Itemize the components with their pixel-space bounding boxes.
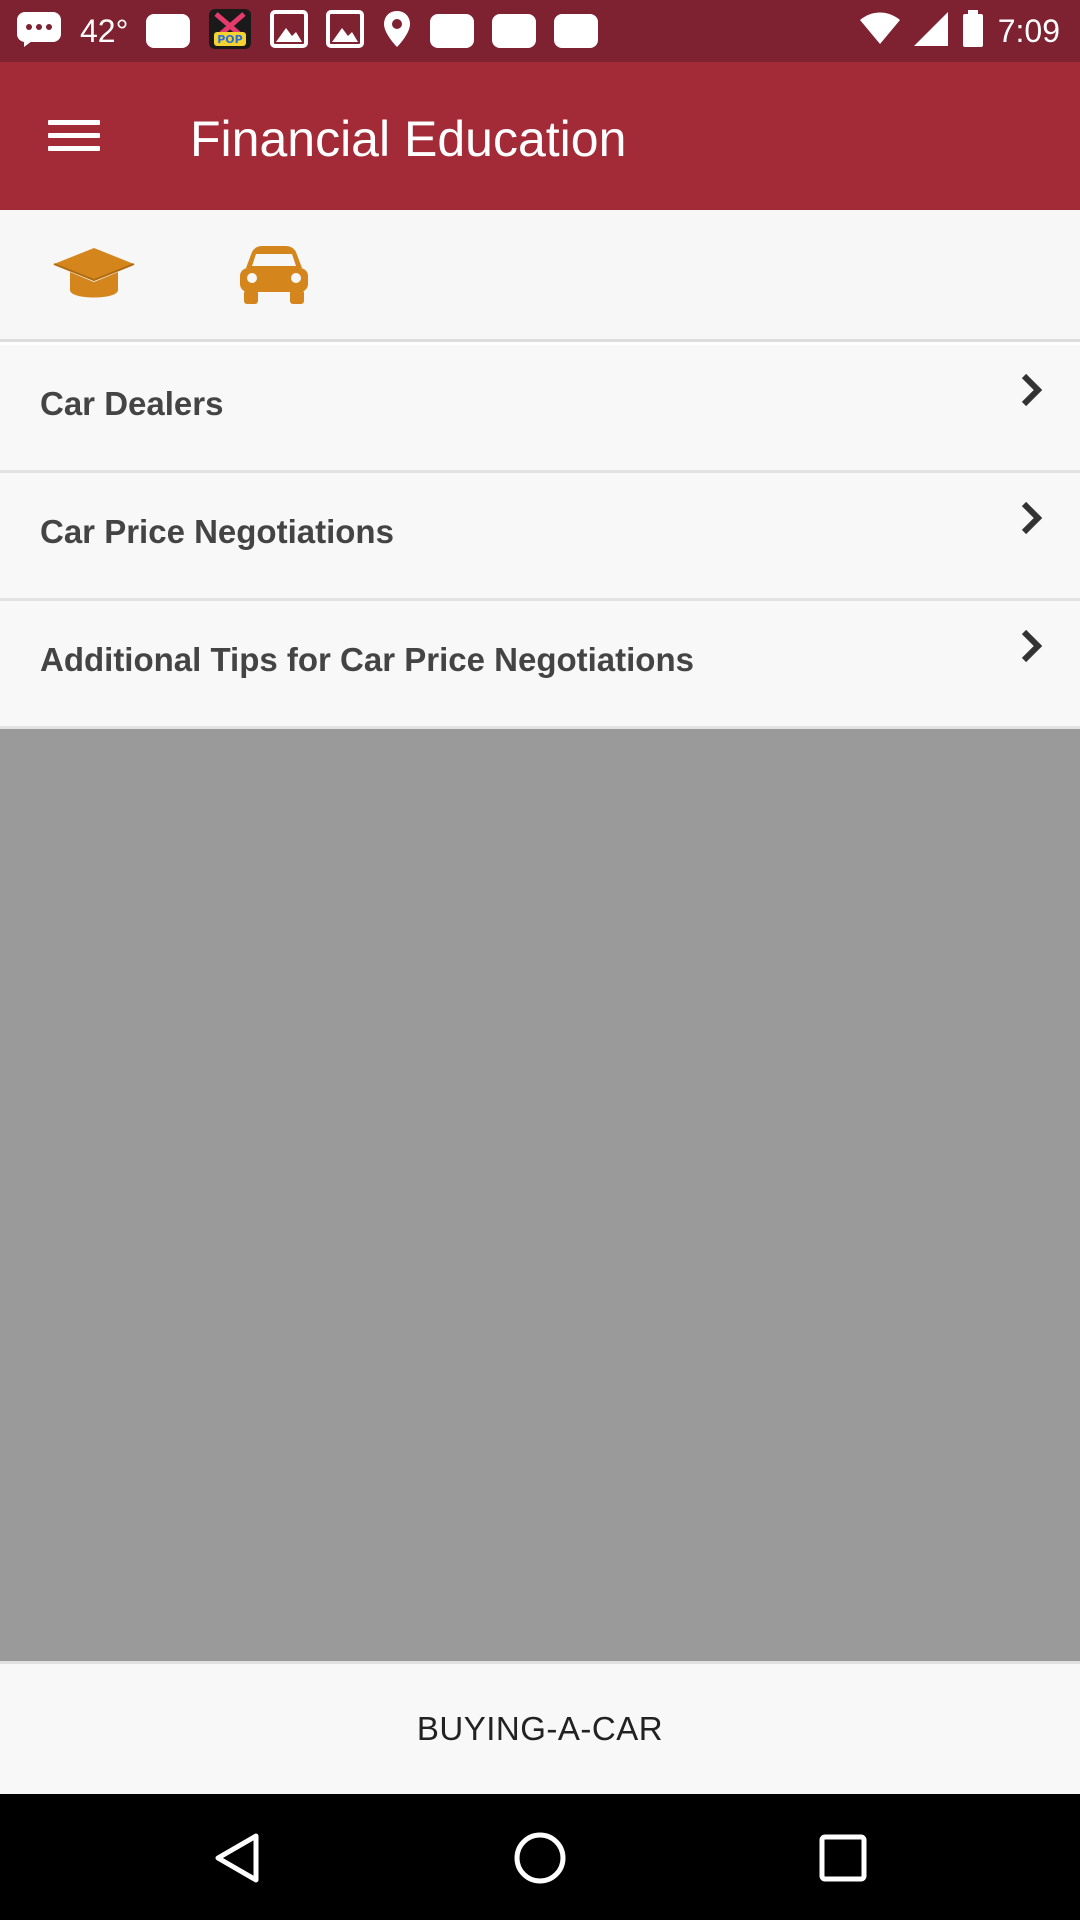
wifi-icon (859, 12, 900, 51)
notification-square-icon (554, 14, 599, 48)
messages-icon (16, 11, 62, 52)
list-item-label: Additional Tips for Car Price Negotiatio… (40, 641, 694, 678)
status-bar: 42° POP 7:09 (0, 0, 1080, 62)
battery-icon (962, 9, 984, 53)
notification-square-icon (146, 14, 191, 48)
image-icon (270, 9, 309, 53)
status-bar-right: 7:09 (859, 9, 1060, 53)
section-label: BUYING-A-CAR (416, 1710, 664, 1747)
chevron-right-icon (1020, 629, 1043, 668)
app-bar: Financial Education (0, 62, 1080, 210)
category-tab-row (0, 210, 1080, 342)
list-item-label: Car Dealers (40, 385, 224, 422)
location-pin-icon (382, 9, 412, 54)
pop-app-icon: POP (208, 8, 252, 55)
list-item[interactable]: Car Dealers (0, 345, 1080, 473)
signal-icon (913, 11, 948, 51)
list-item[interactable]: Car Price Negotiations (0, 473, 1080, 601)
topic-list: Car Dealers Car Price Negotiations Addit… (0, 345, 1080, 729)
clock-text: 7:09 (997, 12, 1060, 49)
list-item[interactable]: Additional Tips for Car Price Negotiatio… (0, 601, 1080, 729)
hamburger-menu-icon[interactable] (44, 112, 104, 160)
chevron-right-icon (1020, 501, 1043, 540)
svg-text:POP: POP (218, 33, 243, 46)
graduation-cap-icon[interactable] (52, 244, 136, 313)
status-bar-left: 42° POP (16, 8, 599, 55)
car-icon[interactable] (238, 246, 310, 309)
notification-square-icon (492, 14, 537, 48)
system-nav-bar (0, 1794, 1080, 1920)
back-icon[interactable] (210, 1830, 266, 1886)
chevron-right-icon (1020, 373, 1043, 412)
content-overlay (0, 729, 1080, 1661)
home-icon[interactable] (512, 1830, 568, 1886)
page-title: Financial Education (190, 111, 627, 167)
list-item-label: Car Price Negotiations (40, 513, 394, 550)
notification-square-icon (430, 14, 475, 48)
image-icon (326, 9, 365, 53)
temperature-text: 42° (80, 12, 129, 49)
section-label-bar[interactable]: BUYING-A-CAR (0, 1661, 1080, 1794)
recents-icon[interactable] (815, 1830, 871, 1886)
